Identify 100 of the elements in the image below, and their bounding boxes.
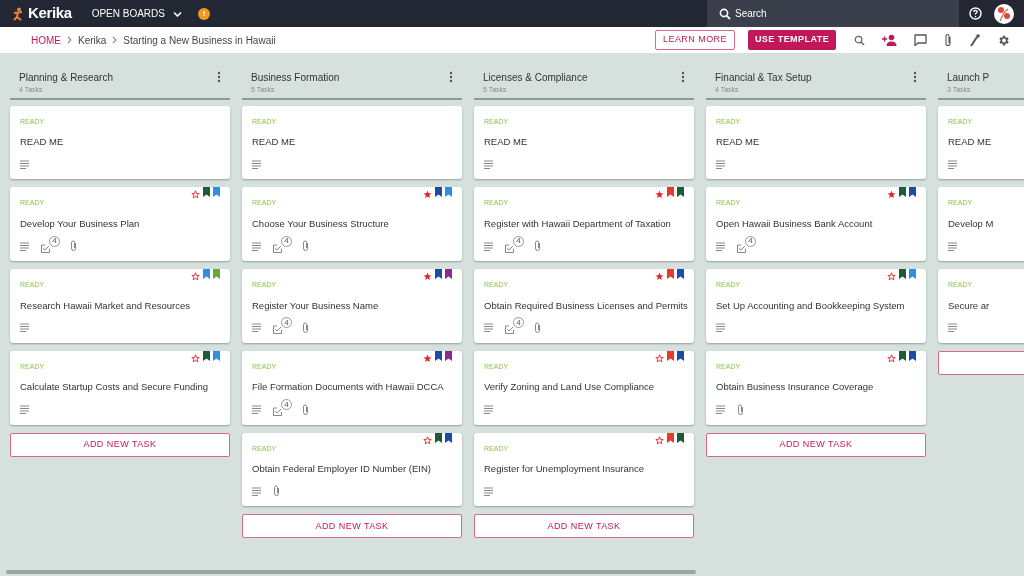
more-options-icon[interactable] xyxy=(913,71,917,83)
star-icon[interactable] xyxy=(191,353,200,363)
attachment-icon[interactable] xyxy=(944,33,952,47)
breadcrumb-link[interactable]: HOME xyxy=(31,32,61,48)
description-icon xyxy=(948,241,957,251)
task-title: File Formation Documents with Hawaii DCCA xyxy=(252,380,445,395)
column-title: Business Formation xyxy=(251,71,340,85)
logo-text[interactable]: Kerika xyxy=(28,2,72,25)
avatar[interactable] xyxy=(994,3,1014,24)
comment-icon[interactable] xyxy=(914,34,927,46)
task-title: Obtain Business Insurance Coverage xyxy=(716,380,875,395)
star-icon[interactable] xyxy=(423,435,432,445)
description-icon xyxy=(948,159,957,169)
breadcrumb-link[interactable]: Starting a New Business in Hawaii xyxy=(123,32,276,48)
add-task-button[interactable]: ADD NEW TASK xyxy=(10,432,230,457)
checklist-icon xyxy=(41,241,50,253)
star-icon[interactable] xyxy=(191,190,200,200)
more-options-icon[interactable] xyxy=(681,71,685,83)
task-title: READ ME xyxy=(716,135,761,149)
checklist-count: 4 xyxy=(281,317,292,329)
search-icon xyxy=(719,8,731,20)
checklist-count: 4 xyxy=(281,399,292,410)
column-title: Financial & Tax Setup xyxy=(715,71,812,85)
chevron-right-icon xyxy=(112,36,118,44)
add-person-icon[interactable] xyxy=(882,34,897,46)
search-field[interactable]: Search xyxy=(707,0,959,27)
attachment-icon xyxy=(70,240,77,252)
task-title: Develop Your Business Plan xyxy=(20,216,141,231)
description-icon xyxy=(484,159,493,169)
description-icon xyxy=(20,405,29,414)
description-icon xyxy=(716,405,725,414)
checklist-count: 4 xyxy=(513,235,524,247)
checklist-count: 4 xyxy=(513,317,524,329)
chevron-down-icon xyxy=(173,10,182,17)
description-icon xyxy=(20,323,29,333)
star-icon[interactable] xyxy=(423,353,432,363)
task-title: READ ME xyxy=(948,135,993,149)
description-icon xyxy=(20,159,29,169)
star-icon[interactable] xyxy=(423,272,432,281)
add-task-button[interactable]: ADD NEW TASK xyxy=(706,432,926,457)
breadcrumb-link[interactable]: Kerika xyxy=(78,32,107,48)
add-task-button[interactable]: ADD NEW TASK xyxy=(242,514,462,539)
task-title: Register for Unemployment Insurance xyxy=(484,462,645,476)
description-icon xyxy=(948,323,957,333)
star-icon[interactable] xyxy=(191,272,200,281)
star-icon[interactable] xyxy=(423,190,432,200)
description-icon xyxy=(252,405,261,414)
task-title: Verify Zoning and Land Use Compliance xyxy=(484,380,656,395)
column-title: Licenses & Compliance xyxy=(483,71,588,85)
star-icon[interactable] xyxy=(887,353,896,363)
star-icon[interactable] xyxy=(655,190,664,200)
task-title: READ ME xyxy=(20,135,65,149)
column-title: Launch P xyxy=(947,71,990,85)
help-icon[interactable] xyxy=(969,7,982,20)
settings-icon[interactable] xyxy=(997,33,1010,47)
star-icon[interactable] xyxy=(887,190,896,200)
chevron-right-icon xyxy=(67,36,72,44)
star-icon[interactable] xyxy=(655,353,664,363)
task-title: Research Hawaii Market and Resources xyxy=(20,298,192,313)
use-template-button[interactable]: USE TEMPLATE xyxy=(748,30,836,50)
task-title: Secure ar xyxy=(948,298,991,313)
checklist-icon xyxy=(737,241,746,253)
task-title: Calculate Startup Costs and Secure Funding xyxy=(20,380,209,395)
checklist-icon xyxy=(273,323,282,335)
star-icon[interactable] xyxy=(887,272,896,281)
more-options-icon[interactable] xyxy=(217,71,221,83)
search-icon[interactable] xyxy=(854,34,865,46)
open-boards-menu[interactable]: OPEN BOARDS xyxy=(91,6,182,21)
star-icon[interactable] xyxy=(655,435,664,445)
description-icon xyxy=(484,323,493,333)
task-title: READ ME xyxy=(252,135,297,149)
checklist-count: 4 xyxy=(49,235,60,247)
description-icon xyxy=(716,323,725,333)
description-icon xyxy=(252,486,261,496)
task-title: Obtain Federal Employer ID Number (EIN) xyxy=(252,462,432,476)
task-title: Choose Your Business Structure xyxy=(252,216,390,231)
logo-figure-icon xyxy=(12,6,24,21)
learn-more-button[interactable]: LEARN MORE xyxy=(655,30,735,50)
attachment-icon xyxy=(534,321,541,334)
column-title: Planning & Research xyxy=(19,71,113,85)
attachment-icon xyxy=(302,240,309,252)
task-title: Open Hawaii Business Bank Account xyxy=(716,216,874,231)
description-icon xyxy=(484,405,493,414)
description-icon xyxy=(252,323,261,333)
description-icon xyxy=(252,241,261,251)
more-options-icon[interactable] xyxy=(449,71,453,83)
attachment-icon xyxy=(273,485,280,498)
checklist-count: 4 xyxy=(745,235,756,247)
pen-icon[interactable] xyxy=(969,33,980,47)
checklist-icon xyxy=(505,241,514,253)
checklist-count: 4 xyxy=(281,235,292,247)
attachment-icon xyxy=(534,240,541,252)
task-title: READ ME xyxy=(484,135,529,149)
add-task-button[interactable]: ADD NEW TASK xyxy=(474,514,694,539)
description-icon xyxy=(484,486,493,496)
attachment-icon xyxy=(302,403,309,416)
checklist-icon xyxy=(273,405,282,416)
attachment-icon xyxy=(737,403,744,416)
star-icon[interactable] xyxy=(655,272,664,281)
description-icon xyxy=(20,241,29,251)
